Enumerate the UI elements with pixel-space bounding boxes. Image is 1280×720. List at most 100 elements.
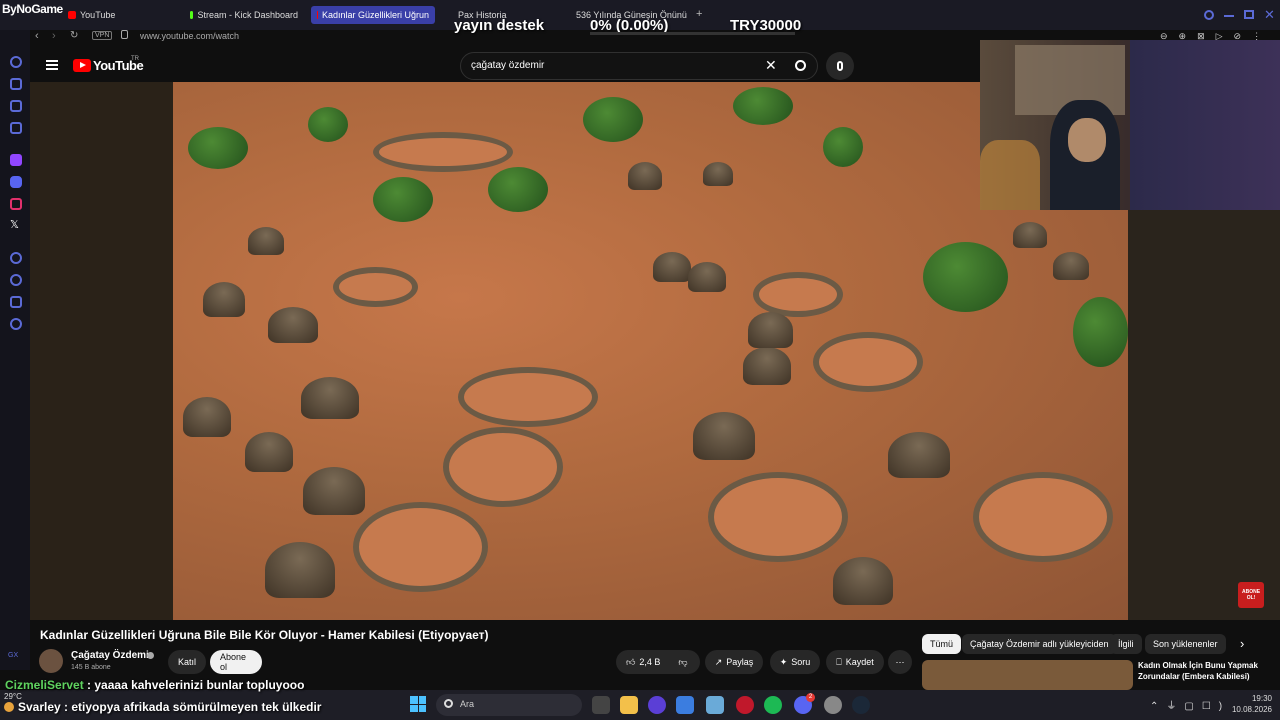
join-button[interactable]: Katıl [168, 650, 206, 674]
youtube-favicon-icon [317, 11, 318, 19]
hut [628, 162, 662, 190]
streamer-webcam [980, 40, 1280, 210]
channel-avatar[interactable] [39, 649, 63, 673]
share-button[interactable]: ↗ Paylaş [705, 650, 763, 674]
tree [373, 177, 433, 222]
video-side-fill [1128, 210, 1280, 620]
chip-uploader[interactable]: Çağatay Özdemir adlı yükleyiciden [962, 634, 1117, 654]
windows-start-icon[interactable] [410, 696, 426, 712]
chip-related[interactable]: İlgili [1110, 634, 1142, 654]
recommended-thumbnail[interactable] [922, 660, 1133, 690]
hut [1013, 222, 1047, 248]
dislike-icon[interactable]: 👎︎ [678, 657, 687, 668]
steam-icon[interactable] [852, 696, 870, 714]
gx-icon[interactable]: GX [8, 652, 18, 659]
channel-name[interactable]: Çağatay Özdemir [71, 650, 153, 661]
youtube-favicon-icon [68, 11, 76, 19]
history-icon[interactable] [10, 56, 22, 68]
hut [268, 307, 318, 343]
app-icon[interactable] [706, 696, 724, 714]
x-twitter-icon[interactable]: 𝕏 [10, 218, 19, 231]
livestock-pen [333, 267, 418, 307]
chevron-right-icon[interactable]: › [1240, 636, 1244, 651]
tree [188, 127, 248, 169]
like-dislike-group: 👍︎ 2,4 B 👎︎ [616, 650, 700, 674]
vpn-badge[interactable]: VPN [92, 31, 113, 40]
app-icon[interactable] [676, 696, 694, 714]
hut [703, 162, 733, 186]
tree [583, 97, 643, 142]
search-icon[interactable] [795, 60, 806, 71]
tree [923, 242, 1008, 312]
streamer [1068, 118, 1106, 162]
livestock-pen [813, 332, 923, 392]
livestock-pen [458, 367, 598, 427]
chip-all[interactable]: Tümü [922, 634, 962, 654]
hut [748, 312, 793, 348]
task-view-icon[interactable] [592, 696, 610, 714]
chat-username: Svarley [18, 700, 61, 714]
discord-icon[interactable] [10, 176, 22, 188]
instagram-icon[interactable] [10, 198, 22, 210]
clock-date[interactable]: 10.08.2026 [1226, 705, 1272, 714]
save-button[interactable]: ⎕ Kaydet [826, 650, 884, 674]
url-field[interactable]: www.youtube.com/watch [140, 31, 239, 41]
app-icon[interactable] [648, 696, 666, 714]
abone-ol-watermark[interactable]: ABONE OL! [1238, 582, 1264, 608]
address-bar: ‹ › ↻ VPN www.youtube.com/watch [30, 30, 980, 44]
share-label: Paylaş [726, 657, 754, 667]
extension-icon[interactable] [10, 100, 22, 112]
tab-label: Stream - Kick Dashboard [197, 10, 298, 20]
menu-icon[interactable] [46, 60, 58, 70]
search-box: çağatay özdemir ✕ [460, 52, 818, 80]
more-actions-button[interactable]: ⋯ [888, 650, 912, 674]
subscribe-button[interactable]: Abone ol [210, 650, 262, 674]
chip-recent[interactable]: Son yüklenenler [1145, 634, 1226, 654]
obs-icon[interactable] [824, 696, 842, 714]
tab-label: YouTube [80, 10, 116, 20]
minimize-icon[interactable] [1224, 15, 1234, 17]
sparkle-icon: ✦ [779, 656, 788, 667]
close-window-icon[interactable]: ✕ [1264, 7, 1275, 23]
settings-icon[interactable] [10, 318, 22, 330]
taskbar-search[interactable]: Ara [436, 694, 582, 716]
like-icon[interactable]: 👍︎ [626, 657, 635, 668]
recommended-title[interactable]: Kadın Olmak İçin Bunu Yapmak Zorundalar … [1138, 660, 1276, 682]
file-explorer-icon[interactable] [620, 696, 638, 714]
opera-gx-icon[interactable] [736, 696, 754, 714]
bookmark-icon[interactable] [10, 78, 22, 90]
hut [203, 282, 245, 317]
discord-notification-badge: 2 [806, 693, 815, 702]
spotify-icon[interactable] [764, 696, 782, 714]
hut [833, 557, 893, 605]
forward-icon[interactable]: › [52, 30, 56, 42]
voice-search-button[interactable] [826, 52, 854, 80]
cube-icon[interactable] [10, 296, 22, 308]
clock-icon[interactable] [10, 274, 22, 286]
clear-search-icon[interactable]: ✕ [765, 57, 777, 74]
clock-time[interactable]: 19:30 [1242, 694, 1272, 703]
maximize-icon[interactable] [1244, 10, 1254, 19]
tree [308, 107, 348, 142]
tree [733, 87, 793, 125]
like-count[interactable]: 2,4 B [639, 657, 660, 667]
reload-icon[interactable]: ↻ [70, 30, 78, 41]
player-icon[interactable] [10, 252, 22, 264]
youtube-logo-icon[interactable] [73, 59, 91, 72]
new-tab-button[interactable]: + [696, 8, 702, 20]
hut [688, 262, 726, 292]
tab-youtube[interactable]: YouTube [62, 6, 122, 24]
ask-button[interactable]: ✦ Soru [770, 650, 820, 674]
save-label: Kaydet [845, 657, 874, 667]
search-input[interactable]: çağatay özdemir [471, 60, 544, 71]
tab-active-video[interactable]: Kadınlar Güzellikleri Uğrun [311, 6, 435, 24]
system-tray-icons[interactable]: ⌃⏚▢☐) [1150, 697, 1230, 712]
messenger-icon[interactable] [10, 122, 22, 134]
hut [265, 542, 335, 598]
livestock-pen [753, 272, 843, 317]
back-icon[interactable]: ‹ [35, 30, 39, 42]
subscriber-count: 145 B abone [71, 664, 111, 671]
twitch-icon[interactable] [10, 154, 22, 166]
tab-kick-dashboard[interactable]: Stream - Kick Dashboard [184, 6, 304, 24]
search-icon[interactable] [1204, 10, 1214, 20]
